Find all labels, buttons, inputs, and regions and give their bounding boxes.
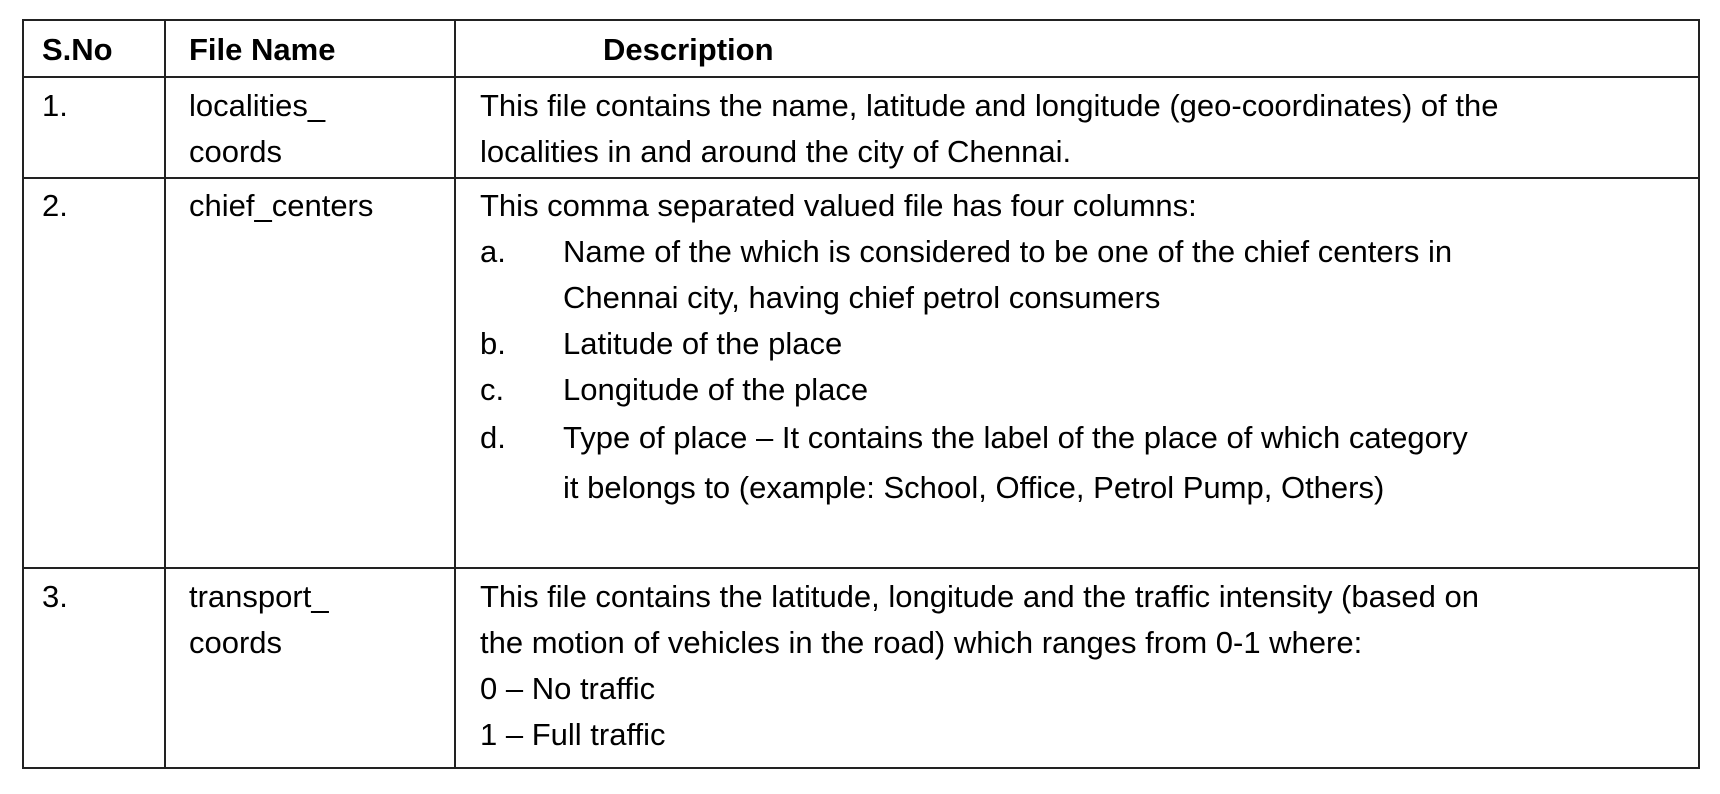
column-divider [454, 21, 456, 767]
list-item-b: b. Latitude of the place [480, 321, 1468, 367]
file-name-line: transport_ [189, 579, 329, 614]
row-divider [24, 76, 1698, 78]
file-name-line: coords [189, 134, 283, 169]
row-divider [24, 177, 1698, 179]
file-name-line: coords [189, 625, 283, 660]
list-marker: c. [480, 372, 505, 407]
description-intro: This comma separated valued file has fou… [480, 188, 1197, 223]
header-sno: S.No [42, 32, 113, 67]
list-line: Latitude of the place [563, 326, 843, 361]
row-divider [24, 567, 1698, 569]
row-2-description: This comma separated valued file has fou… [480, 183, 1468, 513]
list-item-d: d. Type of place – It contains the label … [480, 413, 1468, 513]
file-description-table: S.No File Name Description 1. localities… [22, 19, 1700, 769]
row-1-file-name: localities_ coords [189, 83, 325, 175]
row-1-description: This file contains the name, latitude an… [480, 83, 1498, 175]
list-line: it belongs to (example: School, Office, … [563, 470, 1385, 505]
list-item-a: a. Name of the which is considered to be … [480, 229, 1468, 321]
header-file-name: File Name [189, 32, 336, 67]
list-marker: a. [480, 234, 506, 269]
description-line: 0 – No traffic [480, 671, 656, 706]
header-description: Description [603, 32, 774, 67]
row-1-sno: 1. [42, 88, 68, 123]
list-marker: d. [480, 420, 506, 455]
row-3-description: This file contains the latitude, longitu… [480, 574, 1479, 758]
list-marker: b. [480, 326, 506, 361]
description-line: localities in and around the city of Che… [480, 134, 1072, 169]
row-2-sno: 2. [42, 188, 68, 223]
description-line: This file contains the latitude, longitu… [480, 579, 1479, 614]
list-line: Longitude of the place [563, 372, 869, 407]
row-3-sno: 3. [42, 579, 68, 614]
description-line: the motion of vehicles in the road) whic… [480, 625, 1363, 660]
list-text: Type of place – It contains the label of… [563, 413, 1468, 513]
list-text: Longitude of the place [563, 367, 868, 413]
list-text: Name of the which is considered to be on… [563, 229, 1452, 321]
list-line: Type of place – It contains the label of… [563, 420, 1468, 455]
list-text: Latitude of the place [563, 321, 842, 367]
list-item-c: c. Longitude of the place [480, 367, 1468, 413]
row-2-file-name: chief_centers [189, 183, 373, 229]
description-line: 1 – Full traffic [480, 717, 666, 752]
file-name-line: localities_ [189, 88, 326, 123]
file-name-line: chief_centers [189, 188, 374, 223]
description-line: This file contains the name, latitude an… [480, 88, 1499, 123]
list-line: Name of the which is considered to be on… [563, 234, 1453, 269]
row-3-file-name: transport_ coords [189, 574, 329, 666]
column-divider [164, 21, 166, 767]
list-line: Chennai city, having chief petrol consum… [563, 280, 1161, 315]
